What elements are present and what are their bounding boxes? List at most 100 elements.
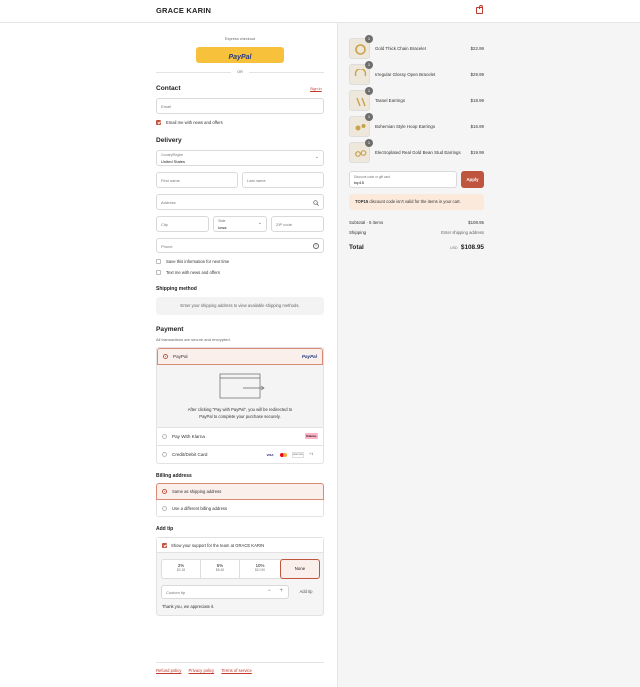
first-name-field[interactable]: First name [156,172,238,188]
privacy-policy-link[interactable]: Privacy policy [189,668,215,673]
save-info-checkbox[interactable] [156,259,161,264]
search-icon [313,200,319,206]
quantity-badge: 1 [365,61,373,69]
paypal-option[interactable]: PayPal PayPal [157,348,323,365]
discount-label: Discount code or gift card [354,174,391,179]
brand-logo[interactable]: GRACE KARIN [156,6,211,15]
paypal-option-label: PayPal [173,354,188,359]
quantity-badge: 1 [365,139,373,147]
discount-code-field[interactable]: Discount code or gift card top15 [349,171,457,188]
email-field[interactable]: Email [156,98,324,114]
country-select[interactable]: Country/Region United States ⌄ [156,150,324,166]
more-cards-label: +1 [309,452,314,456]
terms-link[interactable]: Terms of service [221,668,251,673]
shipping-message: Enter your shipping address to view avai… [156,297,324,315]
country-value: United States [161,158,186,164]
paypal-radio[interactable] [163,354,168,359]
sign-in-link[interactable]: Sign in [310,87,322,91]
state-value: Iowa [218,224,227,230]
paypal-panel: After clicking "Pay with PayPal", you wi… [157,365,323,427]
plus-icon[interactable]: + [279,588,283,594]
tip-panel: Show your support for the team at GRACE … [156,537,324,616]
product-name: Bohemian Style Hoop Earrings [375,124,436,129]
total-value: $108.95 [460,244,484,251]
card-option-label: Credit/Debit Card [172,452,208,457]
express-checkout-title: Express checkout [225,37,255,41]
tip-support-label: Show your support for the team at GRACE … [171,543,265,548]
total-label: Total [349,244,364,251]
save-info-label: Save this information for next time [166,259,230,264]
tip-option-5[interactable]: 5% $5.45 [201,560,240,578]
tip-support-checkbox[interactable] [162,543,167,548]
chevron-down-icon: ⌄ [257,220,262,226]
card-radio[interactable] [162,452,167,457]
footer-links: Refund policy Privacy policy Terms of se… [156,668,252,673]
text-me-checkbox[interactable] [156,270,161,275]
city-placeholder: City [161,222,168,227]
shipping-label: Shipping [349,230,367,235]
header: GRACE KARIN [0,0,640,23]
tip-option-2[interactable]: 2% $2.18 [162,560,201,578]
billing-title: Billing address [156,473,192,479]
minus-icon[interactable]: − [267,588,271,594]
klarna-option-label: Pay With Klarna [172,434,205,439]
mastercard-icon [279,452,289,458]
product-price: $16.99 [470,124,484,129]
news-checkbox[interactable] [156,120,161,125]
paypal-logo: PayPal [301,353,317,359]
add-tip-title: Add tip [156,526,174,532]
product-name: Gold Thick Chain Bracelet [375,46,426,51]
phone-placeholder: Phone [161,243,173,249]
shopping-bag-icon[interactable] [476,5,483,14]
same-billing-radio[interactable] [162,489,167,494]
paypal-express-button[interactable]: PayPal [196,47,284,63]
same-billing-option[interactable]: Same as shipping address [156,483,324,500]
tip-option-10[interactable]: 10% $10.90 [240,560,280,578]
different-billing-label: Use a different billing address [172,506,228,511]
footer-divider [156,662,324,663]
help-icon[interactable]: ? [313,242,319,249]
text-me-label: Text me with news and offers [166,270,220,275]
contact-title: Contact [156,85,181,92]
address-field[interactable]: Address [156,194,324,210]
refund-policy-link[interactable]: Refund policy [156,668,181,673]
product-price: $22.99 [470,46,484,51]
error-text: discount code isn't valid for the items … [368,199,461,204]
custom-tip-field[interactable]: Custom tip − + [161,585,289,599]
zip-placeholder: ZIP code [276,222,292,227]
klarna-radio[interactable] [162,434,167,439]
different-billing-radio[interactable] [162,506,167,511]
klarna-badge: Klarna. [305,433,318,439]
different-billing-option[interactable]: Use a different billing address [157,501,323,516]
city-field[interactable]: City [156,216,209,232]
discount-error: TOP15 discount code isn't valid for the … [349,194,484,210]
delivery-title: Delivery [156,137,182,144]
zip-field[interactable]: ZIP code [271,216,324,232]
redirect-window-icon [219,373,265,399]
add-tip-button[interactable]: Add tip [293,585,319,599]
card-option[interactable]: Credit/Debit Card VISA DISCOVER +1 [157,448,323,462]
discount-value: top15 [354,180,365,185]
product-name: Irregular Glossy Open Bracelet [375,72,436,77]
subtotal-label: Subtotal · 5 items [349,220,384,225]
country-label: Country/Region [161,153,184,157]
last-name-field[interactable]: Last name [242,172,324,188]
apply-button[interactable]: Apply [461,171,484,188]
error-code: TOP15 [355,199,369,204]
payment-subtitle: All transactions are secure and encrypte… [156,337,231,342]
same-billing-label: Same as shipping address [172,489,222,494]
or-divider: OR [231,69,249,74]
redirect-text: After clicking "Pay with PayPal", you wi… [187,407,293,419]
news-label: Email me with news and offers [166,120,223,125]
payment-methods: PayPal PayPal After clicking "Pay with P… [156,347,324,464]
product-price: $19.99 [470,150,484,155]
phone-field[interactable]: Phone ? [156,238,324,253]
klarna-option[interactable]: Pay With Klarna Klarna. [157,430,323,444]
state-select[interactable]: State Iowa ⌄ [213,216,267,232]
product-name: Tassel Earrings [375,98,406,103]
product-price: $29.99 [470,72,484,77]
shipping-value: Enter shipping address [441,230,484,235]
tip-option-none[interactable]: None [280,559,320,579]
shipping-method-title: Shipping method [156,286,197,292]
subtotal-value: $108.95 [468,220,484,225]
